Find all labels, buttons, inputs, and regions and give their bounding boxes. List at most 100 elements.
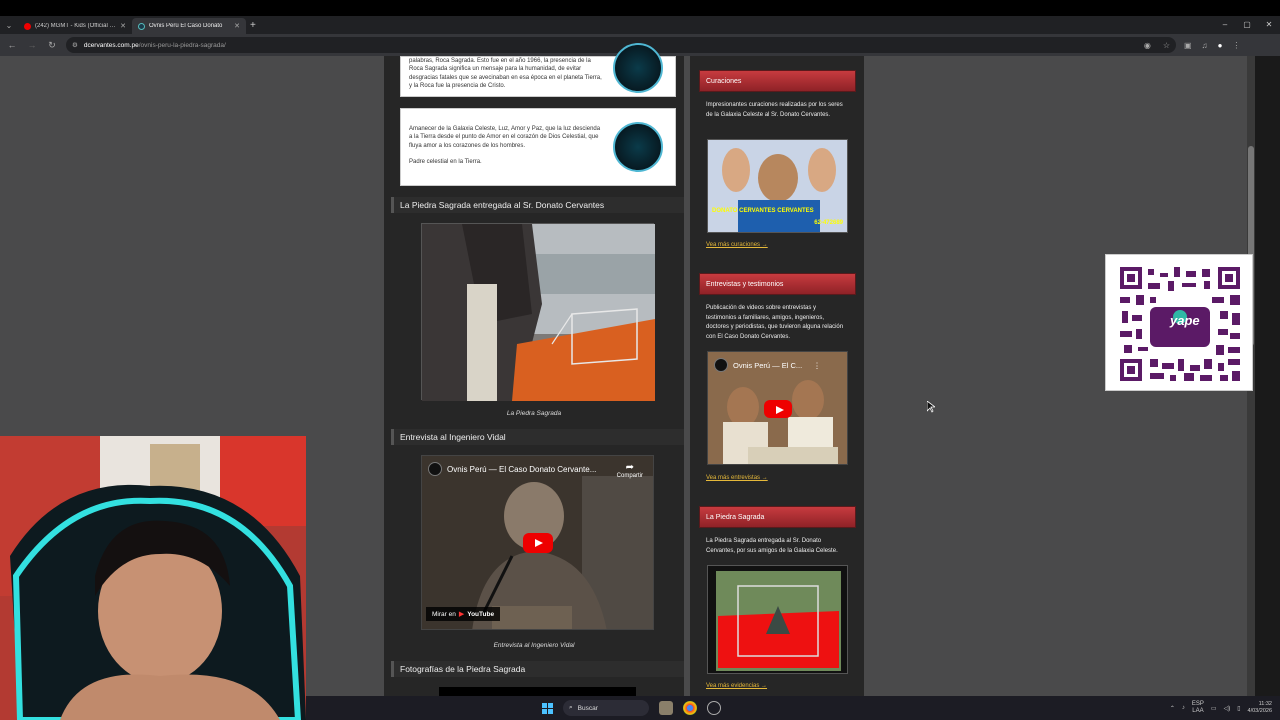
channel-avatar: [714, 358, 728, 372]
yape-logo: yape: [1170, 313, 1200, 328]
video-title-bar: Ovnis Perú — El C... ⋮: [714, 358, 821, 372]
site-info-icon[interactable]: ⚙: [72, 41, 78, 49]
tab-title: Ovnis Perú El Caso Donato: [149, 23, 223, 29]
forward-icon[interactable]: →: [26, 40, 38, 50]
tab-close-icon[interactable]: ✕: [120, 22, 126, 30]
widget-text-curaciones: Impresionantes curaciones realizadas por…: [706, 102, 843, 118]
section-heading-entrevista: Entrevista al Ingeniero Vidal: [391, 429, 684, 445]
curaciones-image[interactable]: DONATO CERVANTES CERVANTES 62-472689: [707, 139, 848, 233]
taskbar-search[interactable]: ⌕ Buscar: [563, 700, 649, 716]
new-tab-button[interactable]: +: [250, 20, 256, 31]
youtube-favicon-icon: [24, 22, 31, 30]
photo-caption: La Piedra Sagrada: [506, 410, 562, 417]
celestial-message-text: Amanecer de la Galaxia Celeste, Luz, Amo…: [409, 126, 601, 149]
webcam-video: [0, 436, 306, 720]
share-label: Compartir: [616, 473, 643, 479]
watch-on-youtube-button[interactable]: Mirar en ▶ YouTube: [426, 607, 501, 621]
video-title[interactable]: Ovnis Perú — El Caso Donato Cervante...: [447, 465, 596, 474]
youtube-play-button[interactable]: [523, 533, 553, 553]
profile-avatar[interactable]: ●: [1218, 41, 1223, 50]
galaxy-emblem-icon: [613, 122, 663, 172]
share-button[interactable]: ➦ Compartir: [617, 462, 643, 479]
eye-off-icon[interactable]: ◉: [1144, 41, 1151, 50]
search-icon: ⌕: [569, 704, 573, 711]
battery-icon[interactable]: ▯: [1237, 705, 1240, 712]
section-heading-piedra: La Piedra Sagrada entregada al Sr. Donat…: [391, 197, 684, 213]
site-favicon-icon: [138, 22, 145, 30]
settings-icon[interactable]: [707, 701, 721, 715]
lang-layout: LAA: [1192, 708, 1204, 714]
more-curaciones-link[interactable]: Vea más curaciones →: [706, 242, 768, 248]
video-caption: Entrevista al Ingeniero Vidal: [493, 642, 575, 649]
webcam-overlay: [0, 436, 306, 720]
windows-taskbar: ⌕ Buscar ⌃ ♪ ESP LAA ▭ ◁) ▯ 11:32 4/03/202…: [306, 696, 1280, 720]
youtube-logo-icon: ▶: [458, 611, 465, 618]
screen-top-border: [0, 0, 1280, 16]
piedra-photo[interactable]: [421, 223, 655, 401]
network-icon[interactable]: ▭: [1211, 705, 1217, 712]
curaciones-overlay-name: DONATO CERVANTES CERVANTES: [712, 208, 814, 214]
url-path: /ovnis-peru-la-piedra-sagrada/: [138, 41, 226, 49]
video-player-entrevistas[interactable]: Ovnis Perú — El C... ⋮: [707, 351, 848, 465]
more-options-icon[interactable]: ⋮: [813, 361, 821, 370]
lang-code: ESP: [1191, 701, 1204, 708]
maximize-button[interactable]: ▢: [1236, 16, 1258, 34]
share-icon: ➦: [625, 462, 635, 473]
curaciones-overlay-phone: 62-472689: [814, 220, 843, 226]
celestial-message-card: Amanecer de la Galaxia Celeste, Luz, Amo…: [400, 108, 676, 186]
chrome-icon[interactable]: [683, 701, 697, 715]
back-icon[interactable]: ←: [6, 40, 18, 50]
minimize-button[interactable]: –: [1214, 16, 1236, 34]
volume-icon[interactable]: ◁): [1224, 705, 1231, 712]
mouse-cursor-icon: [926, 400, 937, 418]
tab-close-icon[interactable]: ✕: [234, 22, 240, 30]
video-title-bar: Ovnis Perú — El Caso Donato Cervante...: [428, 462, 596, 476]
celestial-signature: Padre celestial en la Tierra.: [409, 159, 482, 166]
widget-heading-piedra[interactable]: La Piedra Sagrada: [699, 506, 856, 528]
clock-time: 11:32: [1258, 701, 1272, 708]
system-tray: ⌃ ♪ ESP LAA ▭ ◁) ▯ 11:32 4/03/2026: [1170, 696, 1272, 720]
section-heading-fotografias: Fotografías de la Piedra Sagrada: [391, 661, 684, 677]
yape-qr-overlay: yape: [1105, 254, 1253, 391]
extensions-icon[interactable]: ▣: [1184, 41, 1192, 50]
piedra-sidebar-photo: [708, 566, 847, 673]
watch-on-label: Mirar en: [432, 610, 456, 618]
widget-text-piedra: La Piedra Sagrada entregada al Sr. Donat…: [706, 538, 838, 554]
video-player-vidal[interactable]: Ovnis Perú — El Caso Donato Cervante... …: [421, 455, 654, 630]
task-view-icon[interactable]: [659, 701, 673, 715]
bookmark-star-icon[interactable]: ☆: [1163, 41, 1170, 50]
start-button-icon[interactable]: [542, 702, 553, 714]
gallery-preview[interactable]: [439, 687, 636, 696]
piedra-sidebar-image[interactable]: [707, 565, 848, 674]
tab-youtube[interactable]: (242) MGMT - Kids (Official HD ✕: [18, 18, 132, 34]
clock[interactable]: 11:32 4/03/2026: [1248, 701, 1272, 714]
window-controls: – ▢ ✕: [1214, 16, 1280, 34]
tab-search-icon[interactable]: ⌄: [0, 21, 18, 30]
menu-kebab-icon[interactable]: ⋮: [1232, 41, 1240, 50]
search-label: Buscar: [577, 704, 598, 712]
clock-date: 4/03/2026: [1247, 708, 1272, 714]
taskbar-center: ⌕ Buscar: [542, 696, 721, 720]
more-evidencias-link[interactable]: Vea más evidencias →: [706, 683, 767, 689]
more-entrevistas-link[interactable]: Vea más entrevistas →: [706, 475, 768, 481]
tab-ovnis[interactable]: Ovnis Perú El Caso Donato ✕: [132, 18, 246, 34]
tab-title: (242) MGMT - Kids (Official HD: [35, 23, 117, 29]
piedra-photo-image: [422, 224, 655, 401]
media-icon[interactable]: ♫: [1202, 41, 1208, 50]
video-title[interactable]: Ovnis Perú — El C...: [733, 361, 802, 370]
microphone-icon[interactable]: ♪: [1182, 705, 1185, 711]
tray-chevron-icon[interactable]: ⌃: [1170, 705, 1175, 712]
reload-icon[interactable]: ↻: [46, 40, 58, 51]
channel-avatar: [428, 462, 442, 476]
youtube-wordmark: YouTube: [467, 610, 495, 618]
widget-heading-curaciones[interactable]: Curaciones: [699, 70, 856, 92]
url-domain: dcervantes.com.pe: [83, 41, 139, 49]
galaxy-emblem-icon: [613, 43, 663, 93]
close-window-button[interactable]: ✕: [1258, 16, 1280, 34]
stone-message-card: palabras, Roca Sagrada. Esto fue en el a…: [400, 43, 676, 97]
youtube-play-button[interactable]: [764, 400, 792, 418]
widget-heading-entrevistas[interactable]: Entrevistas y testimonios: [699, 273, 856, 295]
input-language[interactable]: ESP LAA: [1192, 701, 1204, 714]
widget-text-entrevistas: Publicación de videos sobre entrevistas …: [706, 305, 844, 340]
browser-tab-bar: ⌄ (242) MGMT - Kids (Official HD ✕ Ovnis…: [0, 16, 1280, 34]
